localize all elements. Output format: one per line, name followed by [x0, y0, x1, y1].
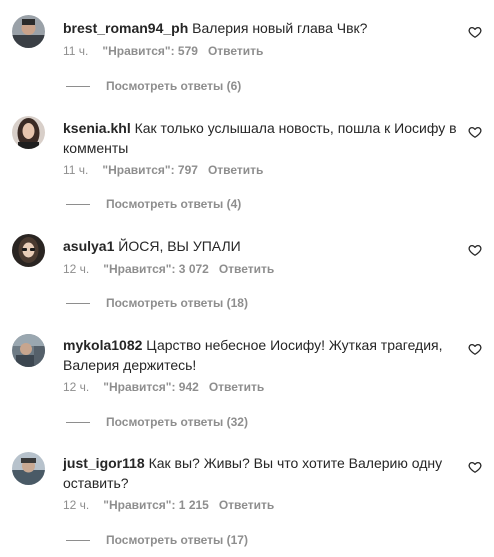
comment-meta: 11 ч. "Нравится": 579 Ответить	[63, 43, 263, 59]
replies-divider	[66, 422, 90, 424]
view-replies-button[interactable]: Посмотреть ответы (18)	[63, 295, 248, 311]
view-replies-button[interactable]: Посмотреть ответы (6)	[63, 78, 241, 94]
comment-meta: 12 ч. "Нравится": 1 215 Ответить	[63, 497, 274, 513]
comment-meta: 11 ч. "Нравится": 797 Ответить	[63, 162, 263, 178]
view-replies-label: Посмотреть ответы (32)	[106, 415, 248, 429]
reply-button[interactable]: Ответить	[208, 44, 263, 58]
comment-time[interactable]: 11 ч.	[63, 44, 88, 58]
reply-button[interactable]: Ответить	[209, 380, 264, 394]
comment-likes[interactable]: "Нравится": 942	[103, 380, 199, 394]
replies-divider	[66, 86, 90, 88]
avatar[interactable]	[12, 116, 45, 149]
comment-likes[interactable]: "Нравится": 797	[102, 163, 198, 177]
comment-username[interactable]: just_igor118	[63, 455, 145, 471]
comment-time[interactable]: 12 ч.	[63, 380, 89, 394]
comment-meta: 12 ч. "Нравится": 3 072 Ответить	[63, 261, 274, 277]
reply-button[interactable]: Ответить	[219, 262, 274, 276]
view-replies-button[interactable]: Посмотреть ответы (32)	[63, 414, 248, 430]
heart-icon[interactable]	[468, 25, 482, 39]
heart-icon[interactable]	[468, 342, 482, 356]
comment-time[interactable]: 11 ч.	[63, 163, 88, 177]
comment-text: Валерия новый глава Чвк?	[192, 20, 368, 36]
avatar[interactable]	[12, 334, 45, 367]
comment-text: ЙОСЯ, ВЫ УПАЛИ	[118, 238, 241, 254]
comment-username[interactable]: brest_roman94_ph	[63, 20, 188, 36]
avatar[interactable]	[12, 452, 45, 485]
heart-icon[interactable]	[468, 125, 482, 139]
comment-meta: 12 ч. "Нравится": 942 Ответить	[63, 379, 264, 395]
avatar[interactable]	[12, 234, 45, 267]
replies-divider	[66, 204, 90, 206]
comment-likes[interactable]: "Нравится": 1 215	[103, 498, 209, 512]
view-replies-label: Посмотреть ответы (17)	[106, 533, 248, 547]
view-replies-button[interactable]: Посмотреть ответы (4)	[63, 196, 241, 212]
avatar[interactable]	[12, 15, 45, 48]
comment-time[interactable]: 12 ч.	[63, 262, 89, 276]
view-replies-button[interactable]: Посмотреть ответы (17)	[63, 532, 248, 548]
comment-username[interactable]: ksenia.khl	[63, 120, 131, 136]
comment-body: asulya1 ЙОСЯ, ВЫ УПАЛИ	[63, 236, 458, 256]
reply-button[interactable]: Ответить	[208, 163, 263, 177]
comment-body: ksenia.khl Как только услышала новость, …	[63, 118, 458, 158]
comment-time[interactable]: 12 ч.	[63, 498, 89, 512]
comment-likes[interactable]: "Нравится": 3 072	[103, 262, 209, 276]
comment-username[interactable]: asulya1	[63, 238, 114, 254]
heart-icon[interactable]	[468, 243, 482, 257]
heart-icon[interactable]	[468, 460, 482, 474]
view-replies-label: Посмотреть ответы (18)	[106, 296, 248, 310]
view-replies-label: Посмотреть ответы (6)	[106, 79, 242, 93]
comment-username[interactable]: mykola1082	[63, 337, 142, 353]
replies-divider	[66, 303, 90, 305]
comment-likes[interactable]: "Нравится": 579	[102, 44, 198, 58]
comment-body: mykola1082 Царство небесное Иосифу! Жутк…	[63, 335, 458, 375]
view-replies-label: Посмотреть ответы (4)	[106, 197, 242, 211]
replies-divider	[66, 540, 90, 542]
comment-body: just_igor118 Как вы? Живы? Вы что хотите…	[63, 453, 458, 493]
comment-body: brest_roman94_ph Валерия новый глава Чвк…	[63, 18, 458, 38]
reply-button[interactable]: Ответить	[219, 498, 274, 512]
